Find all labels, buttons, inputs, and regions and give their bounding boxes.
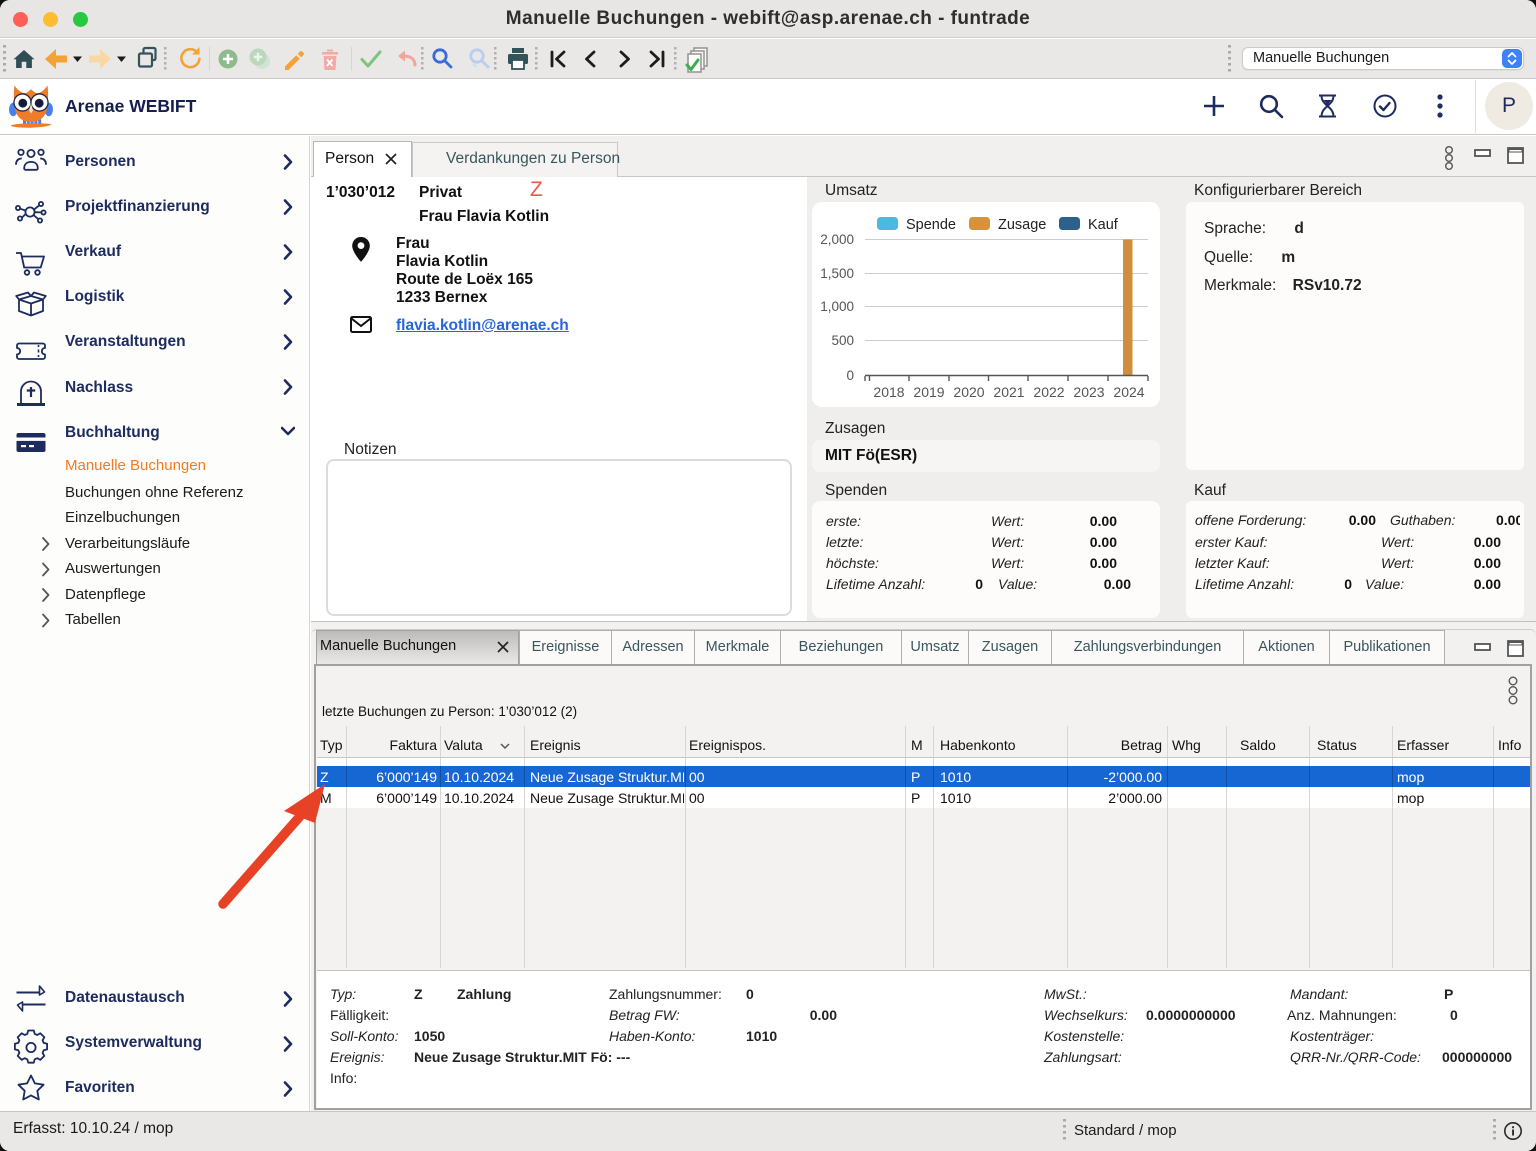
svg-text:2021: 2021 — [993, 384, 1024, 400]
svg-text:2,000: 2,000 — [820, 232, 854, 247]
svg-text:2018: 2018 — [873, 384, 904, 400]
svg-text:2020: 2020 — [953, 384, 984, 400]
svg-text:0: 0 — [846, 368, 854, 383]
svg-text:2022: 2022 — [1033, 384, 1064, 400]
svg-text:Zusage: Zusage — [998, 217, 1046, 233]
svg-text:2024: 2024 — [1113, 384, 1144, 400]
svg-text:2019: 2019 — [913, 384, 944, 400]
svg-text:2023: 2023 — [1073, 384, 1104, 400]
svg-text:Kauf: Kauf — [1088, 217, 1119, 233]
svg-text:1,000: 1,000 — [820, 299, 854, 314]
svg-text:1,500: 1,500 — [820, 266, 854, 281]
svg-text:Spende: Spende — [906, 217, 956, 233]
svg-text:500: 500 — [831, 333, 854, 348]
